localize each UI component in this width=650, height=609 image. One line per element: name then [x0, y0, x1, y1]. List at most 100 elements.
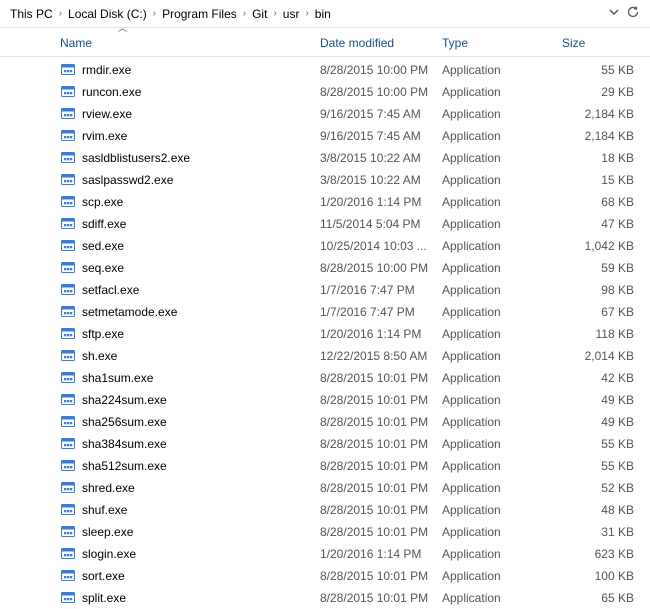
file-name-label: sleep.exe: [82, 525, 133, 539]
chevron-right-icon[interactable]: ›: [305, 8, 308, 19]
file-name-label: sort.exe: [82, 569, 125, 583]
application-icon: [60, 216, 76, 232]
file-row[interactable]: sha384sum.exe8/28/2015 10:01 PMApplicati…: [0, 433, 650, 455]
file-row[interactable]: shuf.exe8/28/2015 10:01 PMApplication48 …: [0, 499, 650, 521]
column-header-name[interactable]: Name: [60, 36, 320, 50]
cell-date: 3/8/2015 10:22 AM: [320, 173, 442, 187]
file-row[interactable]: sha224sum.exe8/28/2015 10:01 PMApplicati…: [0, 389, 650, 411]
history-dropdown-icon[interactable]: [608, 6, 620, 21]
breadcrumb-item[interactable]: bin: [311, 5, 335, 23]
column-header-date[interactable]: Date modified: [320, 36, 442, 50]
cell-size: 55 KB: [562, 437, 640, 451]
file-row[interactable]: scp.exe1/20/2016 1:14 PMApplication68 KB: [0, 191, 650, 213]
file-row[interactable]: sftp.exe1/20/2016 1:14 PMApplication118 …: [0, 323, 650, 345]
application-icon: [60, 524, 76, 540]
cell-size: 42 KB: [562, 371, 640, 385]
file-row[interactable]: setmetamode.exe1/7/2016 7:47 PMApplicati…: [0, 301, 650, 323]
cell-name: sh.exe: [60, 348, 320, 364]
file-row[interactable]: rvim.exe9/16/2015 7:45 AMApplication2,18…: [0, 125, 650, 147]
file-row[interactable]: seq.exe8/28/2015 10:00 PMApplication59 K…: [0, 257, 650, 279]
application-icon: [60, 480, 76, 496]
application-icon: [60, 590, 76, 606]
breadcrumb-item[interactable]: Program Files: [158, 5, 241, 23]
breadcrumb-item[interactable]: usr: [279, 5, 304, 23]
cell-size: 48 KB: [562, 503, 640, 517]
file-row[interactable]: sha1sum.exe8/28/2015 10:01 PMApplication…: [0, 367, 650, 389]
file-row[interactable]: setfacl.exe1/7/2016 7:47 PMApplication98…: [0, 279, 650, 301]
file-row[interactable]: sort.exe8/28/2015 10:01 PMApplication100…: [0, 565, 650, 587]
file-row[interactable]: sasldblistusers2.exe3/8/2015 10:22 AMApp…: [0, 147, 650, 169]
cell-type: Application: [442, 371, 562, 385]
file-row[interactable]: rview.exe9/16/2015 7:45 AMApplication2,1…: [0, 103, 650, 125]
cell-type: Application: [442, 459, 562, 473]
file-name-label: rmdir.exe: [82, 63, 131, 77]
cell-name: shuf.exe: [60, 502, 320, 518]
file-name-label: setmetamode.exe: [82, 305, 177, 319]
file-name-label: rview.exe: [82, 107, 132, 121]
chevron-right-icon[interactable]: ›: [153, 8, 156, 19]
chevron-right-icon[interactable]: ›: [243, 8, 246, 19]
cell-date: 8/28/2015 10:01 PM: [320, 525, 442, 539]
cell-size: 2,184 KB: [562, 129, 640, 143]
column-header-size[interactable]: Size: [562, 36, 640, 50]
refresh-icon[interactable]: [626, 5, 640, 22]
cell-date: 1/20/2016 1:14 PM: [320, 547, 442, 561]
cell-type: Application: [442, 591, 562, 605]
file-row[interactable]: runcon.exe8/28/2015 10:00 PMApplication2…: [0, 81, 650, 103]
file-row[interactable]: sed.exe10/25/2014 10:03 ...Application1,…: [0, 235, 650, 257]
breadcrumb-item[interactable]: Git: [248, 5, 271, 23]
file-row[interactable]: split.exe8/28/2015 10:01 PMApplication65…: [0, 587, 650, 609]
cell-type: Application: [442, 107, 562, 121]
application-icon: [60, 238, 76, 254]
chevron-right-icon[interactable]: ›: [59, 8, 62, 19]
cell-date: 8/28/2015 10:00 PM: [320, 63, 442, 77]
application-icon: [60, 348, 76, 364]
cell-date: 11/5/2014 5:04 PM: [320, 217, 442, 231]
cell-date: 1/20/2016 1:14 PM: [320, 195, 442, 209]
column-header-type[interactable]: Type: [442, 36, 562, 50]
cell-date: 8/28/2015 10:01 PM: [320, 437, 442, 451]
file-name-label: sed.exe: [82, 239, 124, 253]
cell-type: Application: [442, 151, 562, 165]
application-icon: [60, 194, 76, 210]
cell-date: 8/28/2015 10:01 PM: [320, 415, 442, 429]
file-row[interactable]: shred.exe8/28/2015 10:01 PMApplication52…: [0, 477, 650, 499]
cell-date: 8/28/2015 10:01 PM: [320, 591, 442, 605]
file-row[interactable]: saslpasswd2.exe3/8/2015 10:22 AMApplicat…: [0, 169, 650, 191]
cell-size: 47 KB: [562, 217, 640, 231]
file-row[interactable]: rmdir.exe8/28/2015 10:00 PMApplication55…: [0, 59, 650, 81]
cell-name: runcon.exe: [60, 84, 320, 100]
file-row[interactable]: sdiff.exe11/5/2014 5:04 PMApplication47 …: [0, 213, 650, 235]
file-row[interactable]: sleep.exe8/28/2015 10:01 PMApplication31…: [0, 521, 650, 543]
application-icon: [60, 414, 76, 430]
file-row[interactable]: sh.exe12/22/2015 8:50 AMApplication2,014…: [0, 345, 650, 367]
cell-size: 100 KB: [562, 569, 640, 583]
file-row[interactable]: sha512sum.exe8/28/2015 10:01 PMApplicati…: [0, 455, 650, 477]
chevron-right-icon[interactable]: ›: [273, 8, 276, 19]
cell-type: Application: [442, 437, 562, 451]
breadcrumb-item[interactable]: This PC: [6, 5, 57, 23]
file-name-label: sdiff.exe: [82, 217, 126, 231]
file-row[interactable]: slogin.exe1/20/2016 1:14 PMApplication62…: [0, 543, 650, 565]
column-headers: ︿ Name Date modified Type Size: [0, 28, 650, 57]
cell-name: sdiff.exe: [60, 216, 320, 232]
cell-name: sha512sum.exe: [60, 458, 320, 474]
cell-name: scp.exe: [60, 194, 320, 210]
file-name-label: runcon.exe: [82, 85, 141, 99]
address-bar[interactable]: This PC›Local Disk (C:)›Program Files›Gi…: [0, 0, 650, 28]
cell-date: 8/28/2015 10:01 PM: [320, 569, 442, 583]
file-name-label: sha512sum.exe: [82, 459, 167, 473]
cell-size: 31 KB: [562, 525, 640, 539]
cell-name: sasldblistusers2.exe: [60, 150, 320, 166]
cell-type: Application: [442, 481, 562, 495]
cell-date: 10/25/2014 10:03 ...: [320, 239, 442, 253]
cell-name: rvim.exe: [60, 128, 320, 144]
cell-type: Application: [442, 85, 562, 99]
breadcrumb-list: This PC›Local Disk (C:)›Program Files›Gi…: [6, 5, 608, 23]
cell-type: Application: [442, 327, 562, 341]
application-icon: [60, 150, 76, 166]
file-name-label: split.exe: [82, 591, 126, 605]
file-row[interactable]: sha256sum.exe8/28/2015 10:01 PMApplicati…: [0, 411, 650, 433]
application-icon: [60, 128, 76, 144]
breadcrumb-item[interactable]: Local Disk (C:): [64, 5, 151, 23]
